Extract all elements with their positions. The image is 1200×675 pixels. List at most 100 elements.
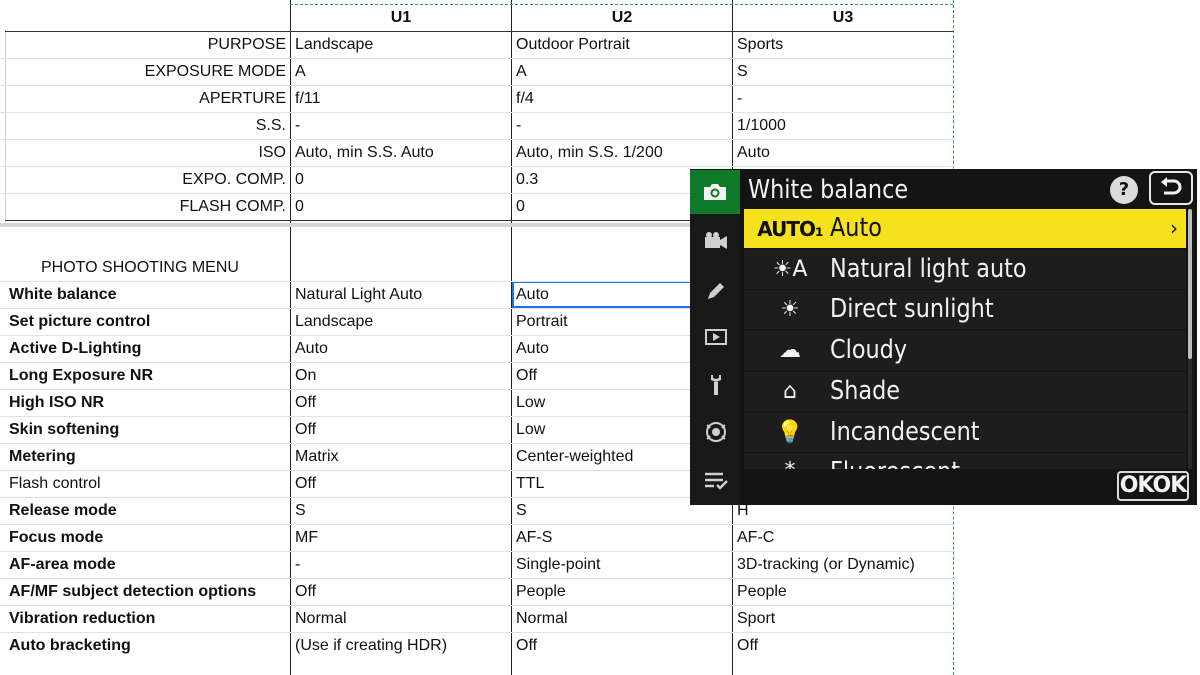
cell-u3[interactable]: - xyxy=(737,85,950,112)
cell-u1[interactable]: Off xyxy=(295,470,508,497)
cell-u1[interactable]: - xyxy=(295,112,508,139)
cell-u2[interactable]: Auto, min S.S. 1/200 xyxy=(516,139,729,166)
white-balance-list: AUTO₁ Auto › ☀A Natural light auto ☀ Direct su… xyxy=(744,209,1186,469)
help-button[interactable]: ? xyxy=(1110,176,1138,204)
cell-u2[interactable]: Single-point xyxy=(512,551,733,578)
white-balance-option[interactable]: 💡 Incandescent xyxy=(744,412,1186,452)
row-label[interactable]: PURPOSE xyxy=(6,31,286,58)
menu-row-label[interactable]: Vibration reduction xyxy=(9,605,289,632)
white-balance-option[interactable]: ⁂Fluorescent xyxy=(744,453,1186,469)
cell-u1[interactable]: 0 xyxy=(295,166,508,193)
white-balance-option[interactable]: ☀ Direct sunlight xyxy=(744,290,1186,330)
column-header-u2[interactable]: U2 xyxy=(512,4,732,31)
tab-movie-shooting[interactable] xyxy=(694,221,738,261)
menu-row-label[interactable]: Release mode xyxy=(9,497,289,524)
tab-setup[interactable] xyxy=(694,365,738,405)
cell-u1[interactable]: Normal xyxy=(295,605,508,632)
row-label[interactable]: ISO xyxy=(6,139,286,166)
ok-button[interactable]: OKOK xyxy=(1117,471,1189,501)
pencil-icon xyxy=(708,283,724,299)
white-balance-option[interactable]: ☁ Cloudy xyxy=(744,331,1186,371)
row-label[interactable]: FLASH COMP. xyxy=(6,193,286,220)
cell-u3[interactable]: Sports xyxy=(737,31,950,58)
cell-u1[interactable]: Landscape xyxy=(295,31,508,58)
cell-u1[interactable]: Off xyxy=(295,416,508,443)
cell-u1[interactable]: - xyxy=(295,551,508,578)
row-label[interactable]: S.S. xyxy=(6,112,286,139)
column-header-u1[interactable]: U1 xyxy=(291,4,511,31)
row-label[interactable]: APERTURE xyxy=(6,85,286,112)
cell-u2[interactable]: Outdoor Portrait xyxy=(516,31,729,58)
tab-photo-shooting[interactable] xyxy=(690,170,740,214)
row-divider xyxy=(0,58,955,59)
cell-u3[interactable]: People xyxy=(737,578,950,605)
cell-u2[interactable]: Auto xyxy=(512,281,696,308)
shade-house-icon: ⌂ xyxy=(783,378,797,404)
cell-u2[interactable]: A xyxy=(516,58,729,85)
cell-u3[interactable]: 3D-tracking (or Dynamic) xyxy=(737,551,950,578)
menu-row-label[interactable]: Focus mode xyxy=(9,524,289,551)
cell-u1[interactable]: Landscape xyxy=(295,308,508,335)
cell-u1[interactable]: A xyxy=(295,58,508,85)
cell-u1[interactable]: f/11 xyxy=(295,85,508,112)
menu-row-label[interactable]: AF-area mode xyxy=(9,551,289,578)
white-balance-option[interactable]: ☀A Natural light auto xyxy=(744,249,1186,289)
menu-row-label[interactable]: Metering xyxy=(9,443,289,470)
cell-u2[interactable]: Normal xyxy=(512,605,733,632)
cell-u1[interactable]: S xyxy=(295,497,508,524)
back-button[interactable] xyxy=(1149,171,1193,205)
cell-u3[interactable]: Off xyxy=(737,632,950,659)
menu-row-label[interactable]: AF/MF subject detection options xyxy=(9,578,289,605)
cell-u2[interactable]: Off xyxy=(512,632,733,659)
cell-u3[interactable]: AF-C xyxy=(737,524,950,551)
tab-custom-settings[interactable] xyxy=(694,271,738,311)
cell-u1[interactable]: On xyxy=(295,362,508,389)
menu-row-label[interactable]: Active D-Lighting xyxy=(9,335,289,362)
row-divider xyxy=(0,578,955,579)
chevron-right-icon: › xyxy=(1170,216,1178,240)
cell-u3[interactable]: S xyxy=(737,58,950,85)
column-header-u3[interactable]: U3 xyxy=(733,4,953,31)
cell-u1[interactable]: Auto xyxy=(295,335,508,362)
tab-playback[interactable] xyxy=(694,317,738,357)
menu-row-label[interactable]: Flash control xyxy=(9,470,289,497)
cell-u1[interactable]: Natural Light Auto xyxy=(295,281,508,308)
row-divider xyxy=(0,632,955,633)
row-label[interactable]: EXPO. COMP. xyxy=(6,166,286,193)
white-balance-option[interactable]: AUTO₁ Auto › xyxy=(744,209,1186,248)
cell-u2[interactable]: People xyxy=(512,578,733,605)
cell-u1[interactable]: Auto, min S.S. Auto xyxy=(295,139,508,166)
cell-u1[interactable]: Off xyxy=(295,578,508,605)
menu-row-label[interactable]: White balance xyxy=(9,281,289,308)
tab-network[interactable] xyxy=(694,412,738,452)
camera-menu-title: White balance xyxy=(748,175,909,205)
row-divider xyxy=(0,139,955,140)
cell-u3[interactable]: Sport xyxy=(737,605,950,632)
back-arrow-icon xyxy=(1161,177,1182,195)
wrench-icon xyxy=(711,375,721,395)
cell-u2[interactable]: f/4 xyxy=(516,85,729,112)
auto-wb-icon: AUTO₁ xyxy=(757,216,824,241)
cell-u1[interactable]: (Use if creating HDR) xyxy=(295,632,508,659)
white-balance-option[interactable]: ⌂ Shade xyxy=(744,371,1186,411)
row-divider xyxy=(0,605,955,606)
tab-my-menu[interactable] xyxy=(694,461,738,501)
cell-u3[interactable]: 1/1000 xyxy=(737,112,950,139)
row-divider xyxy=(0,85,955,86)
scrollbar-thumb[interactable] xyxy=(1188,209,1192,359)
menu-row-label[interactable]: High ISO NR xyxy=(9,389,289,416)
menu-row-label[interactable]: Set picture control xyxy=(9,308,289,335)
section-title[interactable]: PHOTO SHOOTING MENU xyxy=(41,254,286,281)
cell-u2[interactable]: AF-S xyxy=(512,524,733,551)
cell-u1[interactable]: Matrix xyxy=(295,443,508,470)
cell-u2[interactable]: - xyxy=(516,112,729,139)
cell-u3[interactable]: Auto xyxy=(737,139,950,166)
cell-u1[interactable]: MF xyxy=(295,524,508,551)
menu-row-label[interactable]: Long Exposure NR xyxy=(9,362,289,389)
cell-u1[interactable]: 0 xyxy=(295,193,508,220)
cell-u1[interactable]: Off xyxy=(295,389,508,416)
menu-row-label[interactable]: Skin softening xyxy=(9,416,289,443)
menu-row-label[interactable]: Auto bracketing xyxy=(9,632,289,659)
row-label[interactable]: EXPOSURE MODE xyxy=(6,58,286,85)
grid-line xyxy=(290,0,291,675)
